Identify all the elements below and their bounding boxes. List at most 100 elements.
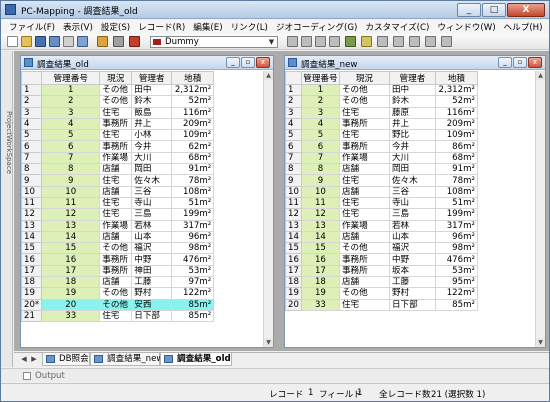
- row-header[interactable]: 10: [285, 185, 302, 198]
- corner-cell[interactable]: [20, 71, 43, 85]
- table-row[interactable]: 10 10 店舗 三谷 108m²: [285, 185, 478, 198]
- chart-icon[interactable]: [425, 36, 436, 47]
- cell-area[interactable]: 109m²: [434, 129, 478, 142]
- menu-geocoding[interactable]: ジオコーディング(G): [272, 20, 362, 34]
- table-row[interactable]: 3 3 住宅 飯島 116m²: [20, 106, 215, 119]
- menu-record[interactable]: レコード(R): [134, 20, 189, 34]
- menu-link[interactable]: リンク(L): [227, 20, 272, 34]
- cell-area[interactable]: 209m²: [171, 117, 215, 131]
- window-new-minimize-button[interactable]: _: [498, 57, 512, 68]
- scroll-up-icon[interactable]: ▲: [536, 71, 545, 80]
- cell-manager[interactable]: 田中: [388, 83, 436, 97]
- cell-id[interactable]: 7: [300, 151, 340, 165]
- table-row[interactable]: 19 19 その他 野村 122m²: [285, 287, 478, 300]
- cell-manager[interactable]: 日下部: [388, 298, 436, 311]
- cell-manager[interactable]: 福沢: [131, 242, 173, 255]
- cell-area[interactable]: 91m²: [171, 163, 215, 176]
- search-icon[interactable]: [361, 36, 372, 47]
- menu-customize[interactable]: カスタマイズ(C): [361, 20, 433, 34]
- cell-area[interactable]: 476m²: [434, 253, 478, 266]
- cell-id[interactable]: 33: [300, 298, 340, 311]
- cell-manager[interactable]: 岡田: [131, 163, 173, 176]
- row-header[interactable]: 11: [285, 196, 302, 210]
- cell-manager[interactable]: 福沢: [388, 242, 436, 255]
- cell-manager[interactable]: 佐々木: [131, 174, 173, 187]
- table-row[interactable]: 21 33 住宅 日下部 85m²: [20, 309, 215, 323]
- cell-status[interactable]: 事務所: [338, 253, 390, 266]
- cell-manager[interactable]: 日下部: [131, 309, 173, 323]
- cell-area[interactable]: 53m²: [171, 264, 215, 278]
- menu-settings[interactable]: 設定(S): [97, 20, 134, 34]
- cell-status[interactable]: 住宅: [99, 129, 133, 142]
- cell-status[interactable]: 店舗: [338, 230, 390, 244]
- window-old-titlebar[interactable]: 調査結果_old _ ▫ x: [21, 56, 273, 70]
- table-row[interactable]: 1 1 その他 田中 2,312m²: [20, 83, 215, 97]
- new-file-icon[interactable]: [7, 36, 18, 47]
- table-row[interactable]: 8 8 店舗 岡田 91m²: [285, 163, 478, 176]
- cell-id[interactable]: 18: [41, 276, 101, 289]
- cell-area[interactable]: 91m²: [434, 163, 478, 176]
- table-row[interactable]: 8 8 店舗 岡田 91m²: [20, 163, 215, 176]
- tool-icon[interactable]: [97, 36, 108, 47]
- layer-dropdown[interactable]: Dummy ▼: [150, 36, 278, 48]
- cell-manager[interactable]: 大川: [388, 151, 436, 165]
- cell-status[interactable]: 住宅: [99, 208, 133, 221]
- cell-id[interactable]: 15: [41, 242, 101, 255]
- scroll-up-icon[interactable]: ▲: [264, 71, 273, 80]
- row-header[interactable]: 18: [20, 276, 43, 289]
- cell-status[interactable]: その他: [99, 83, 133, 97]
- cell-id[interactable]: 11: [300, 196, 340, 210]
- cell-area[interactable]: 98m²: [434, 242, 478, 255]
- cell-manager[interactable]: 安西: [131, 298, 173, 311]
- cell-manager[interactable]: 坂本: [388, 264, 436, 278]
- cell-id[interactable]: 14: [300, 230, 340, 244]
- cell-id[interactable]: 19: [41, 287, 101, 300]
- cell-status[interactable]: 事務所: [99, 140, 133, 153]
- row-header[interactable]: 7: [285, 151, 302, 165]
- cell-area[interactable]: 86m²: [434, 140, 478, 153]
- cell-manager[interactable]: 野村: [388, 287, 436, 300]
- cell-area[interactable]: 108m²: [171, 185, 215, 198]
- cell-area[interactable]: 122m²: [171, 287, 215, 300]
- filter-icon[interactable]: [377, 36, 388, 47]
- row-header[interactable]: 15: [20, 242, 43, 255]
- tab-scroll-left-icon[interactable]: ◀: [20, 355, 28, 364]
- cell-status[interactable]: 住宅: [338, 196, 390, 210]
- cell-status[interactable]: 住宅: [338, 208, 390, 221]
- row-header[interactable]: 1: [20, 83, 43, 97]
- cell-area[interactable]: 51m²: [434, 196, 478, 210]
- row-header[interactable]: 7: [20, 151, 43, 165]
- cell-status[interactable]: 事務所: [338, 140, 390, 153]
- cell-id[interactable]: 4: [300, 117, 340, 131]
- cell-status[interactable]: 作業場: [338, 151, 390, 165]
- cell-id[interactable]: 17: [41, 264, 101, 278]
- maximize-button[interactable]: □: [482, 3, 506, 17]
- cell-id[interactable]: 3: [300, 106, 340, 119]
- cell-area[interactable]: 52m²: [171, 95, 215, 108]
- table-row[interactable]: 14 14 店舗 山本 96m²: [20, 230, 215, 244]
- layer-icon[interactable]: [129, 36, 140, 47]
- table-row[interactable]: 13 13 作業場 若林 317m²: [285, 219, 478, 232]
- cell-id[interactable]: 16: [300, 253, 340, 266]
- cell-status[interactable]: 住宅: [99, 196, 133, 210]
- cell-status[interactable]: 住宅: [338, 174, 390, 187]
- export-icon[interactable]: [441, 36, 452, 47]
- row-header[interactable]: 20*: [20, 298, 43, 311]
- table-row[interactable]: 2 2 その他 鈴木 52m²: [285, 95, 478, 108]
- table-row[interactable]: 16 16 事務所 中野 476m²: [20, 253, 215, 266]
- cell-area[interactable]: 51m²: [171, 196, 215, 210]
- row-header[interactable]: 6: [20, 140, 43, 153]
- cell-id[interactable]: 2: [300, 95, 340, 108]
- tab-result-new[interactable]: 調査結果_new: [90, 353, 163, 366]
- cell-manager[interactable]: 飯島: [131, 106, 173, 119]
- window-old-restore-button[interactable]: ▫: [241, 57, 255, 68]
- cell-manager[interactable]: 井上: [388, 117, 436, 131]
- cell-area[interactable]: 68m²: [434, 151, 478, 165]
- cell-status[interactable]: 住宅: [99, 106, 133, 119]
- table-row[interactable]: 20 33 住宅 日下部 85m²: [285, 298, 478, 311]
- menu-help[interactable]: ヘルプ(H): [500, 20, 547, 34]
- cell-id[interactable]: 33: [41, 309, 101, 323]
- cell-id[interactable]: 10: [41, 185, 101, 198]
- cell-manager[interactable]: 鈴木: [131, 95, 173, 108]
- table-row[interactable]: 20* 20 その他 安西 85m²: [20, 298, 215, 311]
